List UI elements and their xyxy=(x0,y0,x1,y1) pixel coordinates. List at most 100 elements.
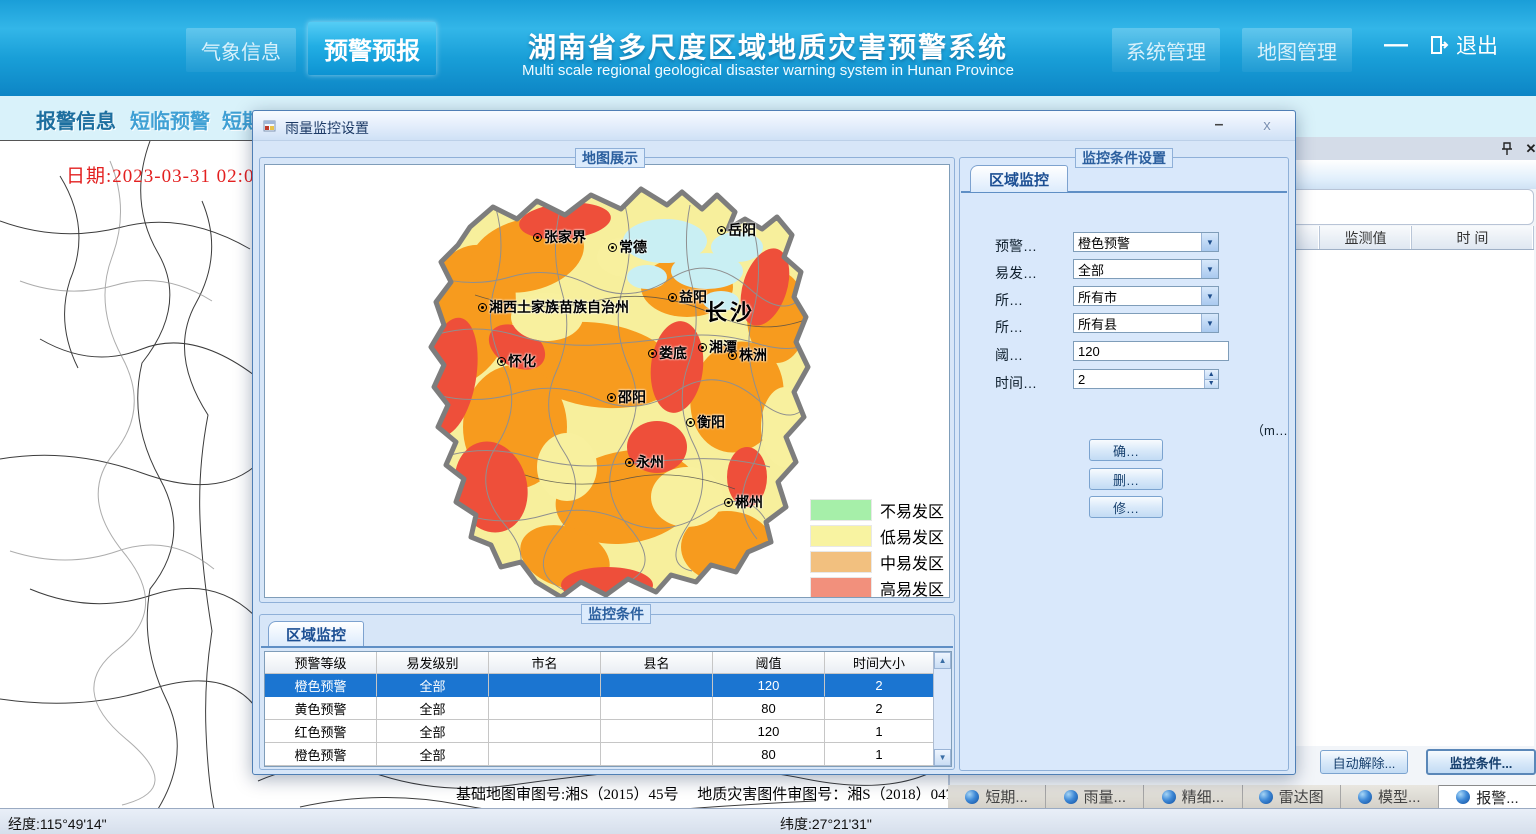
nav-warning-forecast[interactable]: 预警预报 xyxy=(308,22,436,75)
county-select[interactable]: 所有县 ▼ xyxy=(1073,313,1219,333)
table-row[interactable]: 红色预警 全部 120 1 xyxy=(265,720,933,743)
dock-col-monitor-value[interactable]: 监测值 xyxy=(1320,226,1412,249)
susceptibility-label: 易发… xyxy=(995,263,1037,283)
app-root: 气象信息 预警预报 湖南省多尺度区域地质灾害预警系统 Multi scale r… xyxy=(0,0,1536,834)
city-label: 常德 xyxy=(608,237,647,257)
subnav-nowcast-warning[interactable]: 短临预警 xyxy=(130,105,210,134)
tab-label: 雨量... xyxy=(1084,786,1127,807)
chevron-down-icon[interactable]: ▼ xyxy=(1201,287,1218,305)
susceptibility-select[interactable]: 全部 ▼ xyxy=(1073,259,1219,279)
tab-model[interactable]: 模型... xyxy=(1341,785,1439,808)
col-city-name[interactable]: 市名 xyxy=(489,652,601,674)
time-size-spinner[interactable]: ▲ ▼ xyxy=(1073,369,1219,389)
app-header: 气象信息 预警预报 湖南省多尺度区域地质灾害预警系统 Multi scale r… xyxy=(0,0,1536,96)
chevron-down-icon[interactable]: ▼ xyxy=(1201,233,1218,251)
tab-fine[interactable]: 精细... xyxy=(1144,785,1242,808)
legend-item: 不易发区 xyxy=(810,497,944,523)
table-header-row: 预警等级 易发级别 市名 县名 阈值 时间大小 xyxy=(265,652,933,674)
rainfall-monitor-settings-dialog: 雨量监控设置 – x 地图展示 监控条件 监控条件设置 xyxy=(252,110,1296,775)
auto-release-button[interactable]: 自动解除... xyxy=(1320,750,1408,774)
spin-up-icon[interactable]: ▲ xyxy=(1205,370,1218,380)
monitor-condition-group: 区域监控 预警等级 易发级别 市名 县名 阈值 时间大小 橙色预警 全部 xyxy=(259,614,955,770)
dialog-titlebar[interactable]: 雨量监控设置 – x xyxy=(253,111,1295,141)
legend-swatch xyxy=(810,577,872,598)
modify-button[interactable]: 修… xyxy=(1089,496,1163,518)
delete-button[interactable]: 删… xyxy=(1089,468,1163,490)
city-label: 娄底 xyxy=(648,343,687,363)
city-label: 永州 xyxy=(625,452,664,472)
tab-radar-map[interactable]: 雷达图 xyxy=(1243,785,1341,808)
time-size-input[interactable] xyxy=(1074,370,1204,388)
globe-icon xyxy=(1259,790,1273,804)
threshold-input-wrap xyxy=(1073,341,1229,361)
dialog-minimize-icon[interactable]: – xyxy=(1207,115,1231,135)
col-county-name[interactable]: 县名 xyxy=(601,652,713,674)
globe-icon xyxy=(1358,790,1372,804)
map-approval-note: 基础地图审图号:湘S（2015）45号 地质灾害图件审图号：湘S（2018）04… xyxy=(456,783,948,804)
legend-item: 低易发区 xyxy=(810,523,944,549)
bottom-tabstrip: 短期... 雨量... 精细... 雷达图 模型... 报警... xyxy=(948,785,1536,808)
spin-down-icon[interactable]: ▼ xyxy=(1205,380,1218,389)
dock-close-icon[interactable]: ✕ xyxy=(1522,140,1536,157)
col-susceptibility-level[interactable]: 易发级别 xyxy=(377,652,489,674)
table-scrollbar[interactable]: ▲ ▼ xyxy=(933,652,951,766)
col-threshold[interactable]: 阈值 xyxy=(713,652,825,674)
nav-system-management[interactable]: 系统管理 xyxy=(1112,28,1220,72)
logout-door-icon xyxy=(1428,34,1450,56)
current-date-label: 日期:2023-03-31 02:02 xyxy=(66,161,265,188)
monitor-condition-table: 预警等级 易发级别 市名 县名 阈值 时间大小 橙色预警 全部 120 2 xyxy=(264,651,952,767)
table-row[interactable]: 橙色预警 全部 80 1 xyxy=(265,743,933,766)
monitor-settings-group: 区域监控 预警… 橙色预警 ▼ 易发… 全部 ▼ 所… 所有市 ▼ 所… xyxy=(959,157,1289,771)
nav-weather-info[interactable]: 气象信息 xyxy=(186,28,296,72)
tab-label: 精细... xyxy=(1182,786,1225,807)
legend-item: 中易发区 xyxy=(810,549,944,575)
threshold-input[interactable] xyxy=(1074,342,1228,360)
nav-map-management[interactable]: 地图管理 xyxy=(1242,28,1352,72)
county-label-field: 所… xyxy=(995,317,1023,337)
chevron-down-icon[interactable]: ▼ xyxy=(1201,314,1218,332)
latitude-readout: 纬度:27°21'31" xyxy=(780,814,872,834)
table-row[interactable]: 橙色预警 全部 120 2 xyxy=(265,674,933,697)
scroll-up-icon[interactable]: ▲ xyxy=(934,652,951,669)
monitor-settings-caption: 监控条件设置 xyxy=(1075,148,1173,168)
globe-icon xyxy=(1456,790,1470,804)
threshold-label: 阈… xyxy=(995,345,1023,365)
threshold-unit-suffix: （m… xyxy=(1251,420,1288,439)
scroll-down-icon[interactable]: ▼ xyxy=(934,749,951,766)
dialog-close-icon[interactable]: x xyxy=(1255,115,1279,135)
tab-alarm[interactable]: 报警... xyxy=(1439,785,1536,808)
monitor-condition-button[interactable]: 监控条件... xyxy=(1426,749,1536,775)
risk-legend: 不易发区 低易发区 中易发区 高易发区 xyxy=(810,497,944,598)
col-warning-level[interactable]: 预警等级 xyxy=(265,652,377,674)
city-label: 张家界 xyxy=(533,227,586,247)
exit-label: 退出 xyxy=(1456,30,1498,60)
minimize-window-icon[interactable]: — xyxy=(1384,30,1414,60)
warning-level-label: 预警… xyxy=(995,236,1037,256)
tab-region-monitor-bottom[interactable]: 区域监控 xyxy=(268,621,364,646)
tab-shortterm[interactable]: 短期... xyxy=(948,785,1046,808)
col-time-size[interactable]: 时间大小 xyxy=(825,652,933,674)
globe-icon xyxy=(1162,790,1176,804)
legend-swatch xyxy=(810,551,872,573)
chevron-down-icon[interactable]: ▼ xyxy=(1201,260,1218,278)
pin-icon[interactable] xyxy=(1498,140,1516,157)
tab-label: 短期... xyxy=(985,786,1028,807)
tab-region-monitor[interactable]: 区域监控 xyxy=(970,165,1068,192)
table-row[interactable]: 黄色预警 全部 80 2 xyxy=(265,697,933,720)
city-select[interactable]: 所有市 ▼ xyxy=(1073,286,1219,306)
tab-rainfall[interactable]: 雨量... xyxy=(1046,785,1144,808)
globe-icon xyxy=(965,790,979,804)
city-label: 湘西土家族苗族自治州 xyxy=(478,297,629,317)
longitude-readout: 经度:115°49'14" xyxy=(8,814,107,834)
city-label: 岳阳 xyxy=(717,220,756,240)
exit-button[interactable]: 退出 xyxy=(1428,28,1498,62)
status-bar: 经度:115°49'14" 纬度:27°21'31" xyxy=(0,808,1536,834)
warning-level-select[interactable]: 橙色预警 ▼ xyxy=(1073,232,1219,252)
city-label: 益阳 xyxy=(668,287,707,307)
map-display-group: 张家界 常德 岳阳 益阳 长沙 湘西土家族苗族自治州 怀化 娄底 湘潭 株洲 邵… xyxy=(259,157,955,603)
app-subtitle: Multi scale regional geological disaster… xyxy=(448,62,1088,79)
dialog-form-icon xyxy=(262,118,278,139)
subnav-alarm-info[interactable]: 报警信息 xyxy=(36,105,116,134)
confirm-button[interactable]: 确… xyxy=(1089,439,1163,461)
dock-col-time[interactable]: 时 间 xyxy=(1412,226,1534,249)
